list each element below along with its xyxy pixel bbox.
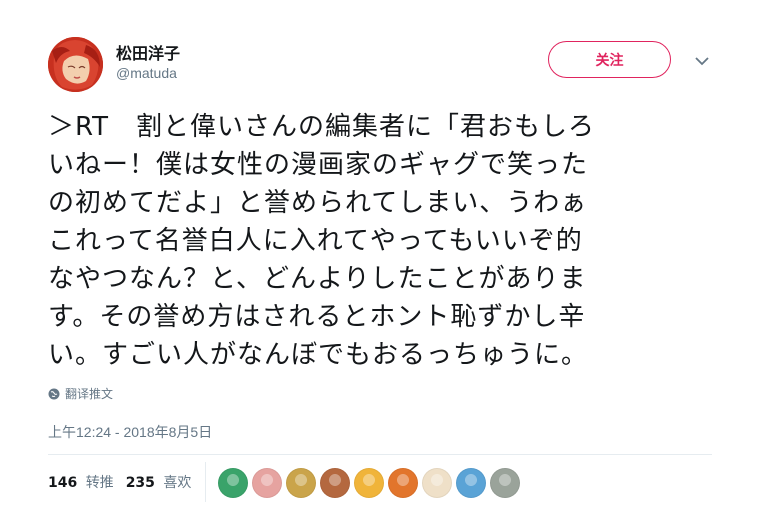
divider — [48, 454, 712, 455]
tweet-line: す。その誉め方はされるとホント恥ずかし辛 — [48, 302, 586, 332]
likes-count: 235 — [125, 475, 155, 491]
tweet-line: これって名誉白人に入れてやってもいいぞ的 — [48, 226, 583, 256]
likes-label: 喜欢 — [163, 475, 192, 491]
follow-button[interactable]: 关注 — [548, 41, 671, 78]
likes-stat[interactable]: 235 喜欢 — [126, 472, 192, 492]
tweet-timestamp[interactable]: 上午12:24 - 2018年8月5日 — [48, 422, 212, 442]
tweet-line: い。すごい人がなんぼでもおるっちゅうに。 — [48, 340, 589, 370]
translate-label: 翻译推文 — [65, 387, 114, 401]
liker-avatar[interactable] — [252, 468, 282, 498]
liker-avatars — [218, 468, 524, 498]
liker-avatar[interactable] — [354, 468, 384, 498]
chevron-down-icon[interactable] — [694, 55, 710, 67]
liker-avatar[interactable] — [286, 468, 316, 498]
tweet-line: いねー！僕は女性の漫画家のギャグで笑った — [48, 150, 589, 180]
globe-icon — [48, 388, 60, 399]
liker-avatar[interactable] — [388, 468, 418, 498]
liker-avatar[interactable] — [422, 468, 452, 498]
retweets-label: 转推 — [85, 475, 114, 491]
tweet-line: ＞RT 割と偉いさんの編集者に「君おもしろ — [48, 112, 596, 142]
translate-tweet-link[interactable]: 翻译推文 — [48, 385, 113, 402]
tweet-line: なやつなん？と、どんよりしたことがありま — [48, 264, 587, 294]
retweets-count: 146 — [48, 475, 78, 491]
liker-avatar[interactable] — [218, 468, 248, 498]
tweet-text: ＞RT 割と偉いさんの編集者に「君おもしろ いねー！僕は女性の漫画家のギャグで笑… — [48, 108, 738, 374]
tweet-line: の初めてだよ」と誉められてしまい、うわぁ — [48, 188, 588, 218]
liker-avatar[interactable] — [490, 468, 520, 498]
user-handle[interactable]: @matuda — [116, 65, 177, 81]
liker-avatar[interactable] — [320, 468, 350, 498]
retweets-stat[interactable]: 146 转推 — [48, 472, 114, 492]
user-avatar[interactable] — [48, 37, 103, 92]
stats-separator — [205, 462, 206, 502]
user-name[interactable]: 松田洋子 — [116, 40, 180, 64]
liker-avatar[interactable] — [456, 468, 486, 498]
tweet-stats: 146 转推 235 喜欢 — [48, 472, 203, 492]
